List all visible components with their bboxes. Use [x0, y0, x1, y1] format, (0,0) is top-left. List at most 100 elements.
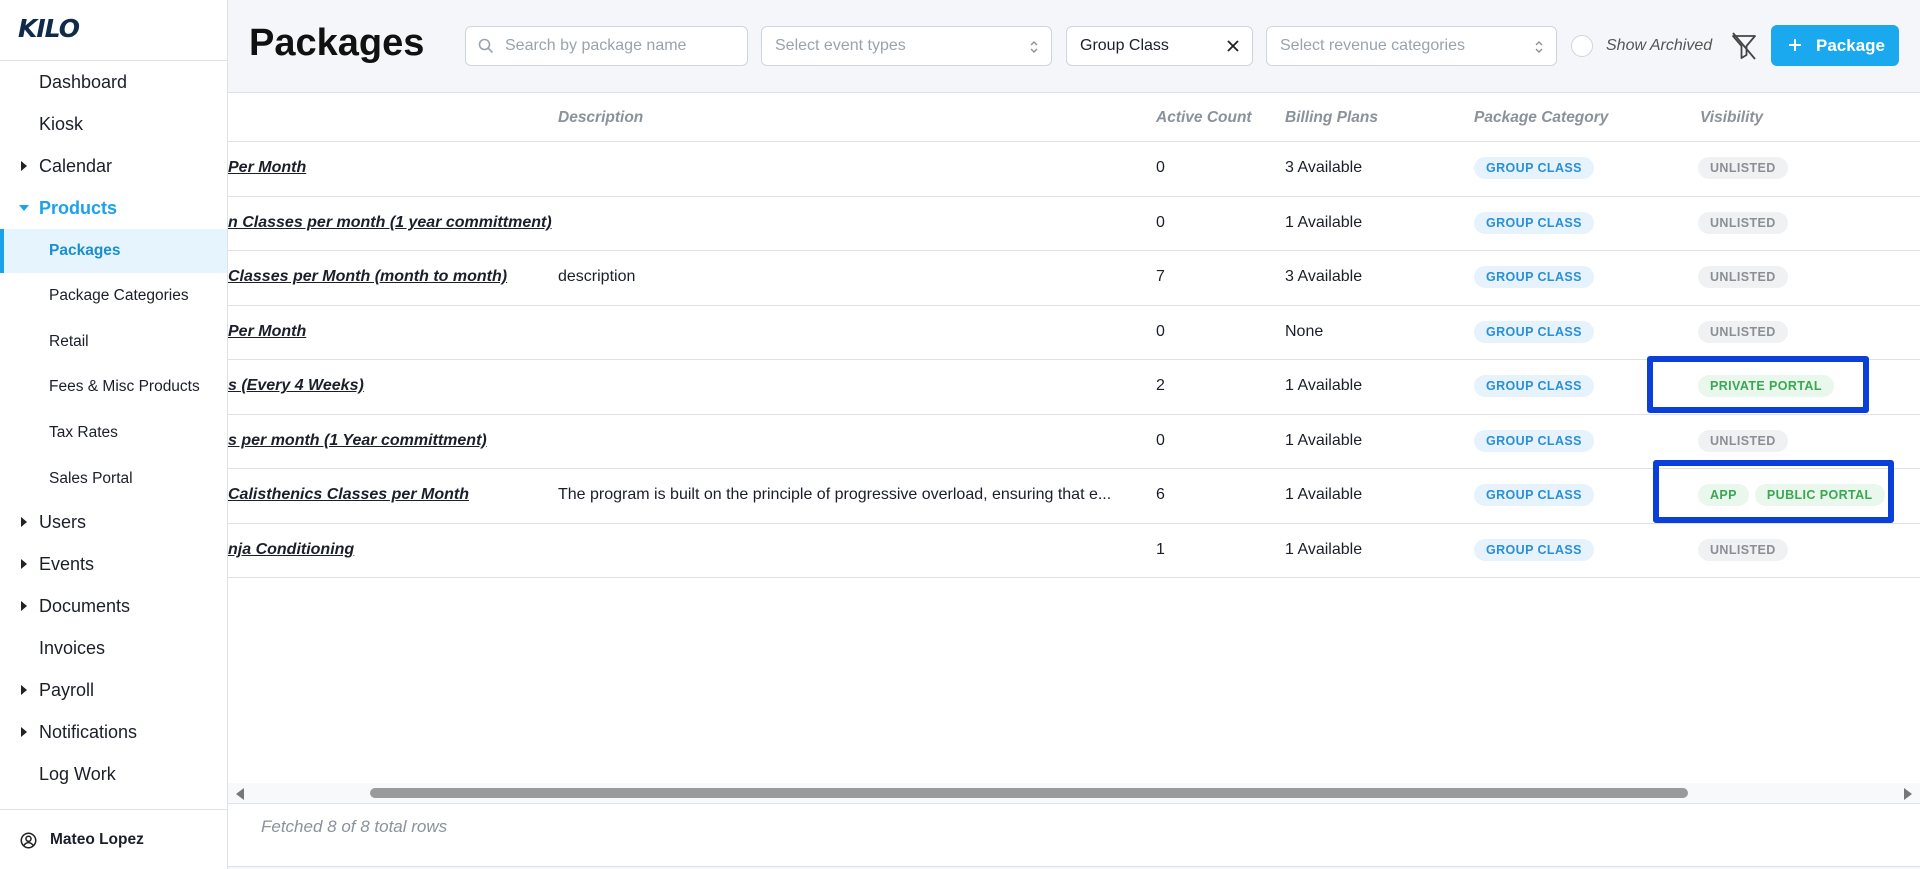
- sidebar-subitem-packages[interactable]: Packages: [0, 229, 227, 273]
- horizontal-scrollbar[interactable]: [228, 783, 1920, 803]
- active-count: 1: [1156, 541, 1165, 558]
- scroll-left-arrow-icon[interactable]: [236, 788, 244, 800]
- billing-plans: 3 Available: [1285, 159, 1363, 176]
- category-badge: GROUP CLASS: [1474, 484, 1594, 506]
- column-header-billing-plans[interactable]: Billing Plans: [1285, 109, 1378, 127]
- package-category-select[interactable]: Group Class: [1066, 26, 1253, 66]
- column-header-package-category[interactable]: Package Category: [1474, 109, 1608, 127]
- category-badge: GROUP CLASS: [1474, 212, 1594, 234]
- package-name-link[interactable]: s (Every 4 Weeks): [228, 377, 364, 395]
- search-icon: [478, 38, 494, 54]
- show-archived-label: Show Archived: [1606, 37, 1713, 54]
- package-name-link[interactable]: n Classes per month (1 year committment): [228, 214, 552, 232]
- highlight-box: [1647, 356, 1869, 413]
- billing-plans: 1 Available: [1285, 377, 1363, 394]
- user-profile[interactable]: Mateo Lopez: [0, 822, 227, 858]
- sidebar-item-log-work[interactable]: Log Work: [0, 754, 227, 794]
- sidebar-divider: [0, 60, 227, 61]
- column-header-visibility[interactable]: Visibility: [1700, 109, 1763, 127]
- chevron-updown-icon: [1030, 41, 1038, 53]
- scroll-right-arrow-icon[interactable]: [1904, 788, 1912, 800]
- package-description: The program is built on the principle of…: [558, 486, 1112, 503]
- add-package-button[interactable]: Package: [1771, 25, 1899, 66]
- sidebar-item-events[interactable]: Events: [0, 544, 227, 584]
- revenue-categories-select[interactable]: Select revenue categories: [1266, 26, 1557, 66]
- footer-divider: [228, 803, 1920, 804]
- caret-right-icon: [21, 727, 27, 737]
- column-header-description[interactable]: Description: [558, 109, 643, 127]
- category-badge: GROUP CLASS: [1474, 539, 1594, 561]
- visibility-badge: UNLISTED: [1698, 212, 1788, 234]
- caret-right-icon: [21, 559, 27, 569]
- table-row[interactable]: Classes per Month (month to month) descr…: [228, 250, 1920, 305]
- search-field[interactable]: [465, 26, 748, 66]
- visibility-badge: UNLISTED: [1698, 157, 1788, 179]
- sidebar-item-payroll[interactable]: Payroll: [0, 670, 227, 710]
- sidebar-item-calendar[interactable]: Calendar: [0, 146, 227, 186]
- active-count: 0: [1156, 323, 1165, 340]
- sidebar-item-users[interactable]: Users: [0, 502, 227, 542]
- plus-icon: [1789, 39, 1801, 51]
- user-name: Mateo Lopez: [50, 831, 144, 848]
- caret-right-icon: [21, 517, 27, 527]
- billing-plans: 1 Available: [1285, 541, 1363, 558]
- billing-plans: 3 Available: [1285, 268, 1363, 285]
- sidebar-item-dashboard[interactable]: Dashboard: [0, 62, 227, 102]
- billing-plans: 1 Available: [1285, 214, 1363, 231]
- table-row[interactable]: n Classes per month (1 year committment)…: [228, 196, 1920, 251]
- user-circle-icon: [20, 832, 37, 848]
- billing-plans: None: [1285, 323, 1324, 340]
- sidebar-subitem-retail[interactable]: Retail: [0, 320, 227, 364]
- sidebar-item-invoices[interactable]: Invoices: [0, 628, 227, 668]
- search-input[interactable]: [505, 27, 735, 65]
- sidebar-subitem-package-categories[interactable]: Package Categories: [0, 274, 227, 318]
- active-count: 2: [1156, 377, 1165, 394]
- package-name-link[interactable]: nja Conditioning: [228, 541, 354, 559]
- sidebar: KILO Dashboard Kiosk Calendar Products P…: [0, 0, 228, 869]
- table-row[interactable]: Per Month 0 None GROUP CLASS UNLISTED: [228, 305, 1920, 360]
- sidebar-subitem-sales-portal[interactable]: Sales Portal: [0, 457, 227, 501]
- rows-fetched-status: Fetched 8 of 8 total rows: [261, 817, 448, 836]
- active-count: 7: [1156, 268, 1165, 285]
- active-count: 0: [1156, 432, 1165, 449]
- active-count: 0: [1156, 214, 1165, 231]
- package-name-link[interactable]: Calisthenics Classes per Month: [228, 486, 469, 504]
- sidebar-subitem-fees-misc[interactable]: Fees & Misc Products: [0, 365, 227, 409]
- sidebar-subitem-tax-rates[interactable]: Tax Rates: [0, 411, 227, 455]
- chevron-updown-icon: [1535, 41, 1543, 53]
- package-name-link[interactable]: Per Month: [228, 323, 306, 341]
- package-name-link[interactable]: Per Month: [228, 159, 306, 177]
- package-name-link[interactable]: s per month (1 Year committment): [228, 432, 487, 450]
- clear-icon[interactable]: [1225, 38, 1241, 54]
- category-badge: GROUP CLASS: [1474, 266, 1594, 288]
- clear-filters-icon[interactable]: [1730, 31, 1758, 61]
- sidebar-item-kiosk[interactable]: Kiosk: [0, 104, 227, 144]
- table-row[interactable]: Per Month 0 3 Available GROUP CLASS UNLI…: [228, 141, 1920, 196]
- sidebar-divider: [0, 809, 227, 810]
- sidebar-item-products[interactable]: Products: [0, 188, 227, 228]
- active-count: 6: [1156, 486, 1165, 503]
- category-badge: GROUP CLASS: [1474, 375, 1594, 397]
- packages-table: Description Active Count Billing Plans P…: [228, 92, 1920, 867]
- visibility-badge: UNLISTED: [1698, 539, 1788, 561]
- column-header-active-count[interactable]: Active Count: [1156, 109, 1252, 127]
- highlight-box: [1653, 460, 1894, 523]
- table-row[interactable]: nja Conditioning 1 1 Available GROUP CLA…: [228, 523, 1920, 578]
- category-badge: GROUP CLASS: [1474, 321, 1594, 343]
- caret-right-icon: [21, 601, 27, 611]
- visibility-badge: UNLISTED: [1698, 430, 1788, 452]
- show-archived-checkbox[interactable]: [1571, 35, 1593, 57]
- active-count: 0: [1156, 159, 1165, 176]
- billing-plans: 1 Available: [1285, 432, 1363, 449]
- event-types-select[interactable]: Select event types: [761, 26, 1052, 66]
- page-title: Packages: [249, 22, 425, 64]
- kilo-logo[interactable]: KILO: [18, 14, 80, 43]
- category-badge: GROUP CLASS: [1474, 430, 1594, 452]
- scrollbar-thumb[interactable]: [370, 788, 1688, 798]
- caret-right-icon: [21, 685, 27, 695]
- sidebar-item-notifications[interactable]: Notifications: [0, 712, 227, 752]
- package-name-link[interactable]: Classes per Month (month to month): [228, 268, 507, 286]
- sidebar-item-documents[interactable]: Documents: [0, 586, 227, 626]
- billing-plans: 1 Available: [1285, 486, 1363, 503]
- caret-down-icon: [19, 205, 29, 211]
